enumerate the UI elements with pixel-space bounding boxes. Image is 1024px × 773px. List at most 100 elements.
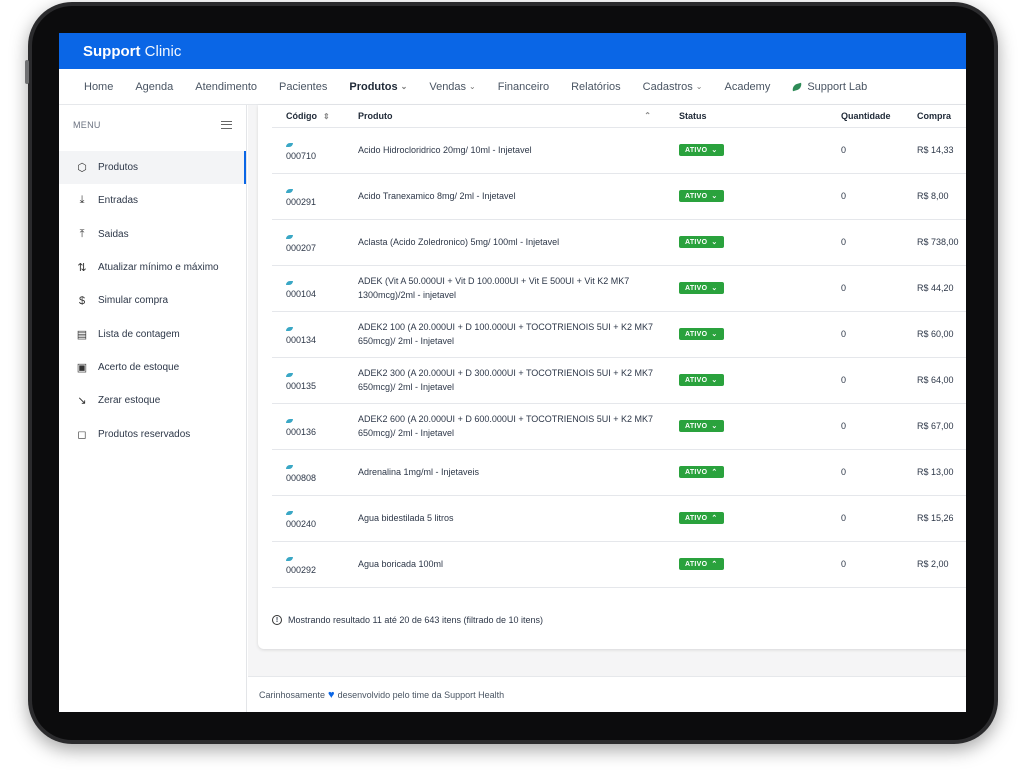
footer: Carinhosamente ♥ desenvolvido pelo time … bbox=[248, 676, 966, 712]
nav-item-financeiro[interactable]: Financeiro bbox=[498, 81, 549, 93]
table-row[interactable]: 000207 Aclasta (Acido Zoledronico) 5mg/ 1… bbox=[272, 219, 966, 266]
nav-item-cadastros[interactable]: Cadastros ⌄ bbox=[643, 81, 703, 93]
code-cell: 000291 bbox=[272, 173, 344, 220]
sidebar-item-produtos[interactable]: ⬡ Produtos bbox=[59, 151, 246, 185]
purchase-price-cell: R$ 64,00 bbox=[903, 357, 966, 404]
purchase-price-cell: R$ 13,00 bbox=[903, 449, 966, 496]
sidebar-item-saidas[interactable]: ⤒ Saidas bbox=[59, 218, 246, 251]
products-card: Código ⇕ Produto ⌃ Status Quantidade Compr… bbox=[258, 105, 966, 649]
nav-item-pacientes[interactable]: Pacientes bbox=[279, 81, 327, 93]
column-header-code[interactable]: Código ⇕ bbox=[272, 105, 344, 128]
status-cell: ATIVO ⌄ bbox=[665, 265, 827, 312]
brand-logo[interactable]: Support Clinic bbox=[83, 43, 181, 60]
nav-item-vendas[interactable]: Vendas ⌄ bbox=[429, 81, 475, 93]
hamburger-menu-icon[interactable] bbox=[221, 121, 232, 129]
column-header-purchase[interactable]: Compra bbox=[903, 105, 966, 128]
table-row[interactable]: 000240 Agua bidestilada 5 litros ATIVO ⌃ 0 R$… bbox=[272, 495, 966, 542]
sidebar-item-simular-compra[interactable]: $ Simular compra bbox=[59, 284, 246, 317]
status-badge[interactable]: ATIVO ⌄ bbox=[679, 420, 724, 433]
chevron-up-icon: ⌃ bbox=[711, 515, 718, 523]
product-leaf-icon bbox=[286, 327, 293, 331]
app-bar: Support Clinic bbox=[59, 33, 966, 69]
sort-icon[interactable]: ⇕ bbox=[323, 112, 330, 121]
product-cell: Aclasta (Acido Zoledronico) 5mg/ 100ml -… bbox=[344, 219, 665, 266]
nav-item-atendimento[interactable]: Atendimento bbox=[195, 81, 257, 93]
box-icon: ⬡ bbox=[77, 162, 87, 175]
product-leaf-icon bbox=[286, 419, 293, 423]
status-badge[interactable]: ATIVO ⌄ bbox=[679, 374, 724, 387]
quantity-cell: 0 bbox=[827, 403, 903, 450]
sidebar-title: MENU bbox=[73, 120, 101, 130]
chevron-down-icon: ⌄ bbox=[711, 331, 718, 339]
nav-item-relatórios[interactable]: Relatórios bbox=[571, 81, 621, 93]
column-header-product[interactable]: Produto ⌃ bbox=[344, 105, 665, 128]
product-leaf-icon bbox=[286, 189, 293, 193]
status-badge[interactable]: ATIVO ⌄ bbox=[679, 328, 724, 341]
purchase-price-cell: R$ 67,00 bbox=[903, 403, 966, 450]
purchase-price-cell: R$ 44,20 bbox=[903, 265, 966, 312]
status-badge[interactable]: ATIVO ⌃ bbox=[679, 512, 724, 525]
status-badge[interactable]: ATIVO ⌃ bbox=[679, 558, 724, 571]
sort-ascending-icon[interactable]: ⌃ bbox=[644, 111, 651, 120]
table-row[interactable]: 000134 ADEK2 100 (A 20.000UI + D 100.000U… bbox=[272, 311, 966, 358]
status-cell: ATIVO ⌃ bbox=[665, 495, 827, 542]
sidebar-item-produtos-reservados[interactable]: ◻ Produtos reservados bbox=[59, 417, 246, 450]
table-row[interactable]: 000291 Acido Tranexamico 8mg/ 2ml - Injet… bbox=[272, 173, 966, 220]
quantity-cell: 0 bbox=[827, 495, 903, 542]
archive-icon: ▣ bbox=[76, 361, 88, 374]
sidebar-item-label: Lista de contagem bbox=[98, 328, 180, 340]
product-leaf-icon bbox=[286, 281, 293, 285]
column-header-quantity[interactable]: Quantidade bbox=[827, 105, 903, 128]
status-cell: ATIVO ⌄ bbox=[665, 403, 827, 450]
status-badge[interactable]: ATIVO ⌄ bbox=[679, 190, 724, 203]
status-cell: ATIVO ⌃ bbox=[665, 541, 827, 588]
code-cell: 000134 bbox=[272, 311, 344, 358]
table-row[interactable]: 000104 ADEK (Vit A 50.000UI + Vit D 100.0… bbox=[272, 265, 966, 312]
download-icon: ⤓ bbox=[79, 194, 85, 207]
chevron-down-icon: ⌄ bbox=[711, 377, 718, 385]
purchase-price-cell: R$ 15,26 bbox=[903, 495, 966, 542]
sidebar-item-entradas[interactable]: ⤓ Entradas bbox=[59, 184, 246, 217]
product-cell: ADEK2 100 (A 20.000UI + D 100.000UI + TO… bbox=[344, 311, 665, 358]
table-row[interactable]: 000710 Acido Hidrocloridrico 20mg/ 10ml -… bbox=[272, 127, 966, 174]
table-row[interactable]: 000135 ADEK2 300 (A 20.000UI + D 300.000U… bbox=[272, 357, 966, 404]
sidebar-item-zerar-estoque[interactable]: ↘ Zerar estoque bbox=[59, 384, 246, 417]
sidebar-item-acerto-de-estoque[interactable]: ▣ Acerto de estoque bbox=[59, 351, 246, 384]
info-icon: ! bbox=[272, 615, 282, 625]
product-leaf-icon bbox=[286, 373, 293, 377]
sidebar: MENU ⬡ Produtos ⤓ Entradas ⤒ Saidas ⇅ Atualizar… bbox=[59, 105, 247, 712]
table-row[interactable]: 000292 Agua boricada 100ml ATIVO ⌃ 0 R$ 2,00 bbox=[272, 541, 966, 588]
nav-item-agenda[interactable]: Agenda bbox=[135, 81, 173, 93]
products-table: Código ⇕ Produto ⌃ Status Quantidade Compr… bbox=[272, 105, 966, 588]
status-badge[interactable]: ATIVO ⌃ bbox=[679, 466, 724, 479]
table-row[interactable]: 000136 ADEK2 600 (A 20.000UI + D 600.000U… bbox=[272, 403, 966, 450]
purchase-price-cell: R$ 14,33 bbox=[903, 127, 966, 174]
code-cell: 000104 bbox=[272, 265, 344, 312]
sidebar-item-label: Produtos reservados bbox=[98, 428, 191, 440]
nav-item-academy[interactable]: Academy bbox=[724, 81, 770, 93]
quantity-cell: 0 bbox=[827, 219, 903, 266]
status-cell: ATIVO ⌃ bbox=[665, 449, 827, 496]
status-badge[interactable]: ATIVO ⌄ bbox=[679, 144, 724, 157]
status-badge[interactable]: ATIVO ⌄ bbox=[679, 282, 724, 295]
sidebar-item-lista-de-contagem[interactable]: ▤ Lista de contagem bbox=[59, 317, 246, 350]
status-cell: ATIVO ⌄ bbox=[665, 173, 827, 220]
nav-item-home[interactable]: Home bbox=[84, 81, 113, 93]
clipboard-icon: ▤ bbox=[76, 328, 88, 341]
status-cell: ATIVO ⌄ bbox=[665, 127, 827, 174]
nav-item-produtos[interactable]: Produtos ⌄ bbox=[349, 81, 407, 93]
nav-item-support-lab[interactable]: Support Lab bbox=[791, 81, 867, 93]
sidebar-item-atualizar-mínimo-e-máximo[interactable]: ⇅ Atualizar mínimo e máximo bbox=[59, 251, 246, 284]
shopping-bag-icon: ◻ bbox=[77, 428, 87, 441]
sidebar-item-label: Entradas bbox=[98, 195, 139, 207]
pagination-summary: ! Mostrando resultado 11 até 20 de 643 i… bbox=[272, 615, 543, 625]
chevron-down-icon: ⌄ bbox=[711, 193, 718, 201]
quantity-cell: 0 bbox=[827, 541, 903, 588]
status-badge[interactable]: ATIVO ⌄ bbox=[679, 236, 724, 249]
table-row[interactable]: 000808 Adrenalina 1mg/ml - Injetaveis ATIV… bbox=[272, 449, 966, 496]
code-cell: 000710 bbox=[272, 127, 344, 174]
sidebar-item-label: Acerto de estoque bbox=[98, 361, 180, 373]
product-leaf-icon bbox=[286, 465, 293, 469]
product-cell: Agua bidestilada 5 litros bbox=[344, 495, 665, 542]
column-header-status[interactable]: Status bbox=[665, 105, 827, 128]
